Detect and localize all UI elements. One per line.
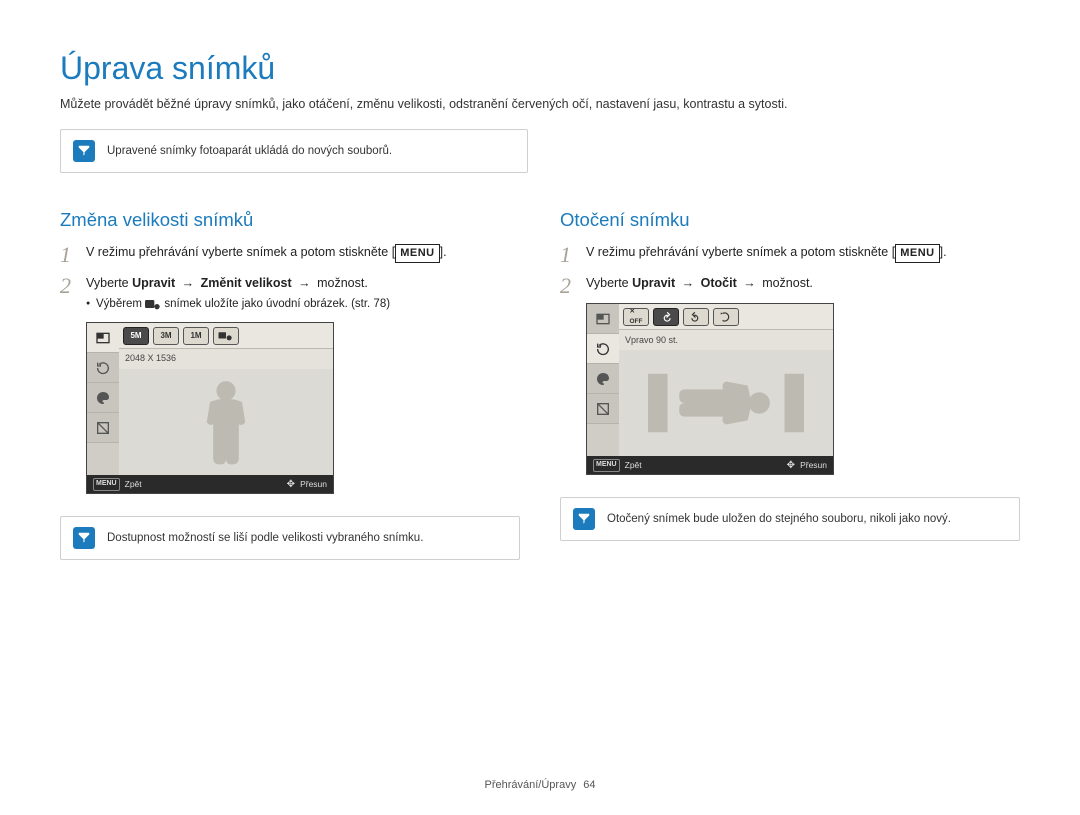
top-row-chips: ✕OFF (619, 304, 833, 330)
arrow-icon: → (178, 276, 197, 290)
step2-pre: Vyberte (586, 276, 632, 290)
status-line: Vpravo 90 st. (619, 330, 833, 350)
preview-image (619, 350, 833, 456)
note-icon (73, 140, 95, 162)
step-number-2: 2 (60, 274, 86, 494)
step-body: V režimu přehrávání vyberte snímek a pot… (86, 243, 520, 266)
resize-step-1: 1 V režimu přehrávání vyberte snímek a p… (60, 243, 520, 266)
intro-text: Můžete provádět běžné úpravy snímků, jak… (60, 97, 1020, 111)
rail-palette-icon (587, 364, 619, 394)
step2-post: možnost. (317, 276, 368, 290)
bottom-bar: MENU Zpět ✥ Přesun (587, 456, 833, 474)
back-label: Zpět (625, 459, 642, 472)
rail-resize-icon (587, 304, 619, 334)
step-number-1: 1 (560, 243, 586, 266)
step2-b2: Změnit velikost (201, 276, 292, 290)
bb-right: ✥ Přesun (287, 477, 327, 493)
two-columns: Změna velikosti snímků 1 V režimu přehrá… (60, 209, 1020, 582)
chip-3m: 3M (153, 327, 179, 345)
note-icon (73, 527, 95, 549)
step-body: Vyberte Upravit → Změnit velikost → možn… (86, 274, 520, 494)
bullet-pre: Výběrem (96, 298, 145, 310)
resize-step-2: 2 Vyberte Upravit → Změnit velikost → mo… (60, 274, 520, 494)
nav-cross-icon: ✥ (287, 477, 295, 493)
note-box-top: Upravené snímky fotoaparát ukládá do nov… (60, 129, 528, 173)
chip-right90-icon (653, 308, 679, 326)
footer-section: Přehrávání/Úpravy (484, 779, 576, 791)
arrow-icon: → (740, 276, 759, 290)
page-footer: Přehrávání/Úpravy 64 (0, 779, 1080, 791)
arrow-icon: → (295, 276, 314, 290)
step1-post: . (443, 245, 446, 259)
step1-post: . (943, 245, 946, 259)
chip-1m: 1M (183, 327, 209, 345)
rail-rotate-icon (87, 353, 119, 383)
col-rotate: Otočení snímku 1 V režimu přehrávání vyb… (560, 209, 1020, 582)
rotate-step-1: 1 V režimu přehrávání vyberte snímek a p… (560, 243, 1020, 266)
bb-right: ✥ Přesun (787, 458, 827, 474)
note-box-left: Dostupnost možností se liší podle veliko… (60, 516, 520, 560)
heading-rotate: Otočení snímku (560, 209, 1020, 231)
note-text-left: Dostupnost možností se liší podle veliko… (107, 532, 423, 544)
note-text-top: Upravené snímky fotoaparát ukládá do nov… (107, 145, 392, 157)
rail-adjust-icon (587, 394, 619, 424)
nav-cross-icon: ✥ (787, 458, 795, 474)
rail-adjust-icon (87, 413, 119, 443)
chip-180-icon (713, 308, 739, 326)
col-resize: Změna velikosti snímků 1 V režimu přehrá… (60, 209, 520, 582)
step1-pre: V režimu přehrávání vyberte snímek a pot… (586, 245, 892, 259)
status-line: 2048 X 1536 (119, 349, 333, 369)
step2-b2: Otočit (701, 276, 737, 290)
heading-resize: Změna velikosti snímků (60, 209, 520, 231)
bb-left: MENU Zpět (93, 478, 142, 491)
bullet-post: snímek uložíte jako úvodní obrázek. (str… (161, 298, 390, 310)
step-number-1: 1 (60, 243, 86, 266)
step-body: V režimu přehrávání vyberte snímek a pot… (586, 243, 1020, 266)
step2-b1: Upravit (632, 276, 675, 290)
chip-5m: 5M (123, 327, 149, 345)
menu-button: MENU (895, 244, 939, 263)
bb-left: MENU Zpět (593, 459, 642, 472)
back-label: Zpět (125, 478, 142, 491)
step2-post: možnost. (762, 276, 813, 290)
step2-b1: Upravit (132, 276, 175, 290)
camera-screen-rotate: ✕OFF Vpravo 90 st. (586, 303, 834, 475)
menu-label-icon: MENU (93, 478, 120, 491)
bullet-line: Výběrem snímek uložíte jako úvodní obráz… (86, 296, 520, 314)
screen-preview: 5M 3M 1M 2048 X 1536 (87, 323, 333, 475)
chip-off-icon: ✕OFF (623, 308, 649, 326)
camera-screen-resize: 5M 3M 1M 2048 X 1536 (86, 322, 334, 494)
screen-preview: ✕OFF Vpravo 90 st. (587, 304, 833, 456)
note-icon (573, 508, 595, 530)
chip-left90-icon (683, 308, 709, 326)
rail-palette-icon (87, 383, 119, 413)
left-rail (587, 304, 619, 456)
top-row-chips: 5M 3M 1M (119, 323, 333, 349)
start-image-icon (145, 298, 161, 310)
bottom-bar: MENU Zpět ✥ Přesun (87, 475, 333, 493)
move-label: Přesun (300, 478, 327, 491)
move-label: Přesun (800, 459, 827, 472)
step2-pre: Vyberte (86, 276, 132, 290)
step1-pre: V režimu přehrávání vyberte snímek a pot… (86, 245, 392, 259)
preview-image (119, 369, 333, 475)
chip-start-image-icon (213, 327, 239, 345)
rail-rotate-icon (587, 334, 619, 364)
step-body: Vyberte Upravit → Otočit → možnost. ✕OFF (586, 274, 1020, 475)
page-title: Úprava snímků (60, 50, 1020, 87)
rail-resize-icon (87, 323, 119, 353)
arrow-icon: → (678, 276, 697, 290)
rotate-step-2: 2 Vyberte Upravit → Otočit → možnost. ✕O… (560, 274, 1020, 475)
left-rail (87, 323, 119, 475)
footer-page: 64 (583, 779, 595, 791)
note-box-right: Otočený snímek bude uložen do stejného s… (560, 497, 1020, 541)
menu-label-icon: MENU (593, 459, 620, 472)
menu-button: MENU (395, 244, 439, 263)
step-number-2: 2 (560, 274, 586, 475)
note-text-right: Otočený snímek bude uložen do stejného s… (607, 513, 951, 525)
